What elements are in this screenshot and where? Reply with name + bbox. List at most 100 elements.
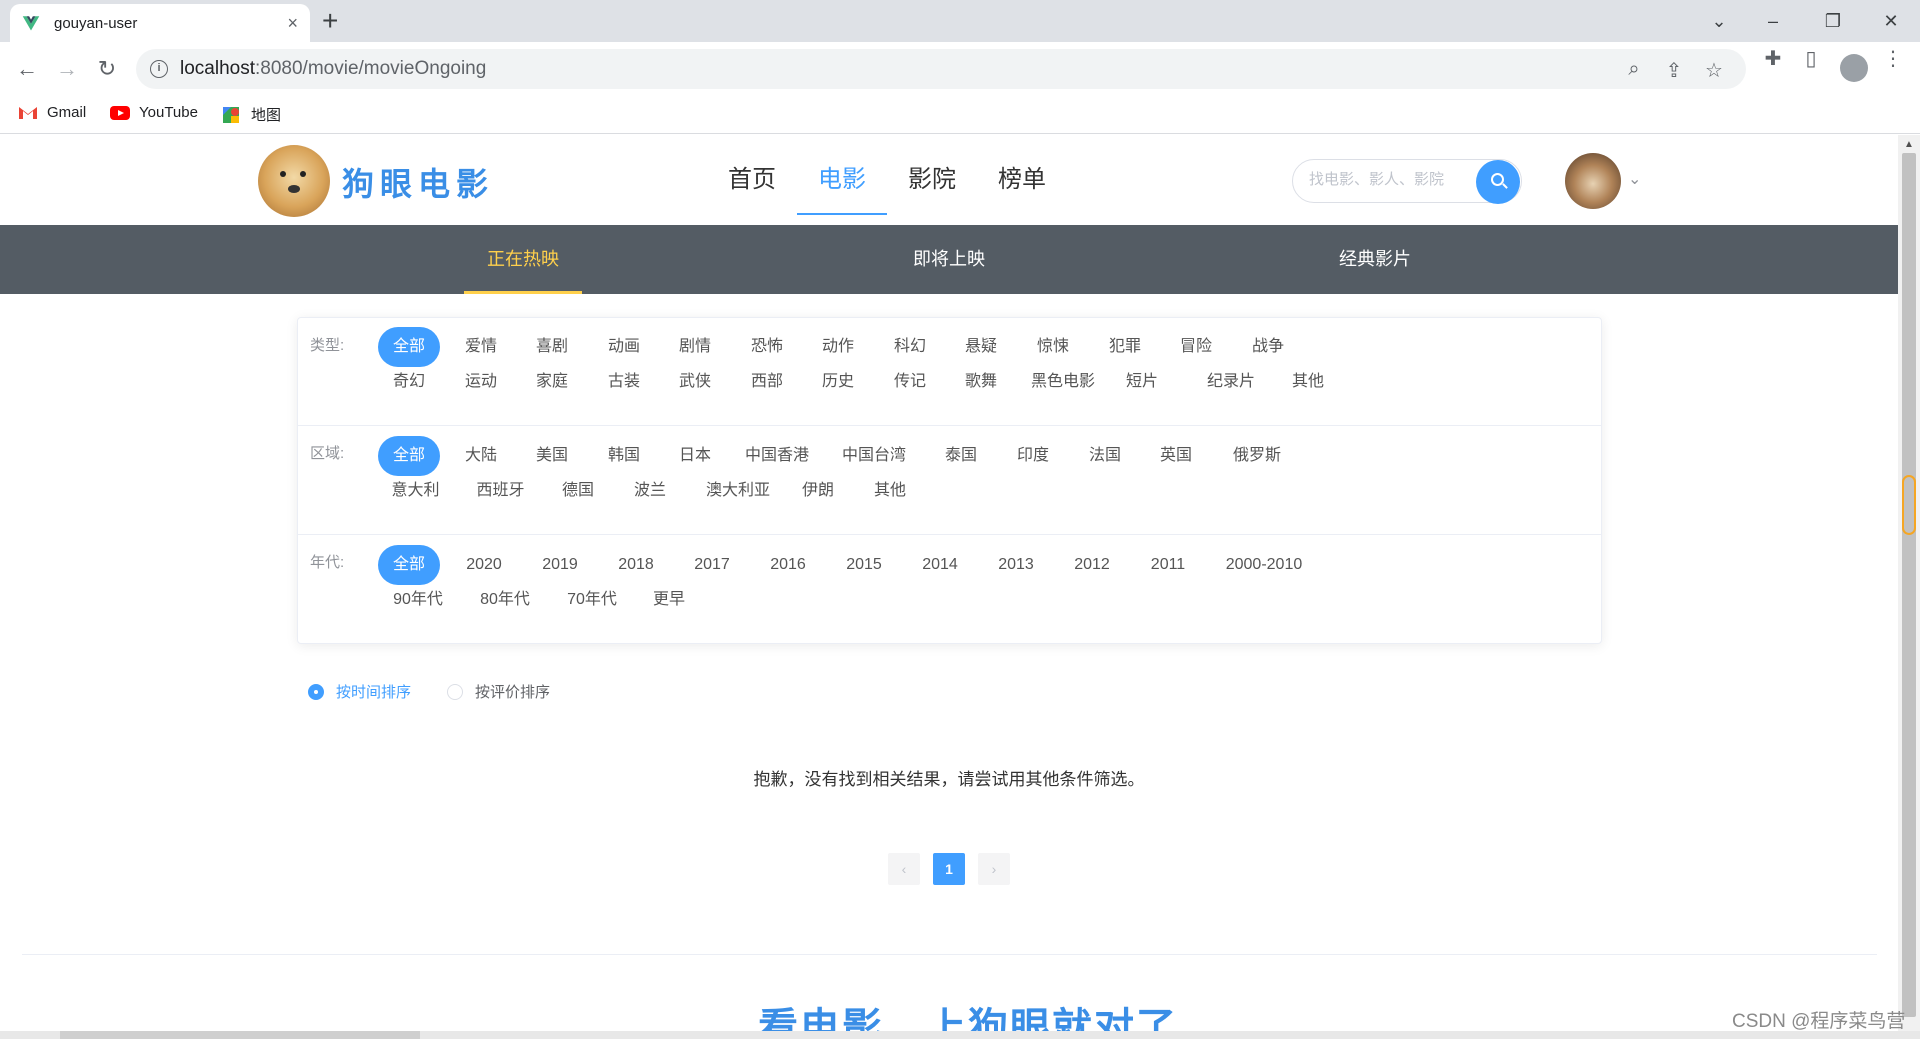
- filter-chip-type[interactable]: 武侠: [665, 362, 725, 402]
- horizontal-scrollbar[interactable]: [0, 1031, 1920, 1039]
- filter-chip-type[interactable]: 犯罪: [1095, 327, 1155, 367]
- reload-icon[interactable]: ↻: [92, 54, 122, 84]
- new-tab-icon[interactable]: +: [322, 6, 338, 36]
- filter-chip-region[interactable]: 伊朗: [788, 471, 848, 511]
- user-avatar[interactable]: [1565, 153, 1621, 209]
- filter-chip-region[interactable]: 印度: [1003, 436, 1063, 476]
- minimize-icon[interactable]: –: [1758, 6, 1788, 36]
- bookmark-maps[interactable]: 地图: [222, 104, 281, 125]
- filter-chip-year[interactable]: 2020: [454, 545, 514, 585]
- scrollbar-thumb[interactable]: [1902, 153, 1916, 1017]
- filter-chip-type[interactable]: 科幻: [880, 327, 940, 367]
- filter-chip-year[interactable]: 2014: [910, 545, 970, 585]
- filter-chip-year[interactable]: 2013: [986, 545, 1046, 585]
- filter-chip-type[interactable]: 历史: [808, 362, 868, 402]
- filter-chip-region[interactable]: 其他: [860, 471, 920, 511]
- restore-icon[interactable]: ❐: [1818, 6, 1848, 36]
- site-info-icon[interactable]: i: [150, 60, 168, 78]
- filter-chip-year[interactable]: 2000-2010: [1214, 545, 1314, 585]
- profile-avatar-icon[interactable]: [1840, 54, 1868, 82]
- hscroll-thumb[interactable]: [60, 1031, 420, 1039]
- filter-chip-type[interactable]: 运动: [451, 362, 511, 402]
- tab-search-chevron-icon[interactable]: ⌄: [1704, 6, 1734, 36]
- filter-chip-region[interactable]: 韩国: [594, 436, 654, 476]
- filter-chip-region[interactable]: 全部: [378, 436, 440, 476]
- url-text[interactable]: localhost:8080/movie/movieOngoing: [180, 58, 486, 80]
- site-logo-text[interactable]: 狗眼电影: [342, 159, 494, 205]
- prev-page-button[interactable]: ‹: [888, 853, 920, 885]
- filter-chip-year[interactable]: 80年代: [465, 580, 545, 620]
- tab-classic[interactable]: 经典影片: [1316, 225, 1434, 294]
- filter-chip-type[interactable]: 剧情: [665, 327, 725, 367]
- filter-chip-year[interactable]: 全部: [378, 545, 440, 585]
- nav-cinema[interactable]: 影院: [887, 135, 977, 225]
- filter-chip-type[interactable]: 歌舞: [951, 362, 1011, 402]
- zoom-icon[interactable]: ⌕: [1622, 58, 1646, 81]
- side-panel-icon[interactable]: ▯: [1798, 46, 1824, 71]
- filter-chip-type[interactable]: 惊悚: [1023, 327, 1083, 367]
- bookmark-gmail[interactable]: Gmail: [18, 104, 86, 121]
- filter-chip-year[interactable]: 2017: [682, 545, 742, 585]
- filter-chip-type[interactable]: 动作: [808, 327, 868, 367]
- filter-chip-year[interactable]: 2019: [530, 545, 590, 585]
- filter-chip-type[interactable]: 家庭: [522, 362, 582, 402]
- filter-chip-type[interactable]: 黑色电影: [1023, 362, 1103, 402]
- chevron-down-icon[interactable]: ⌄: [1628, 169, 1641, 189]
- browser-tab[interactable]: gouyan-user ×: [10, 4, 310, 42]
- tab-coming-soon[interactable]: 即将上映: [890, 225, 1008, 294]
- nav-home[interactable]: 首页: [707, 135, 797, 225]
- address-bar[interactable]: i localhost:8080/movie/movieOngoing ⌕ ⇪ …: [136, 49, 1746, 89]
- sort-by-rating[interactable]: 按评价排序: [447, 681, 550, 702]
- filter-chip-type[interactable]: 奇幻: [378, 362, 440, 402]
- next-page-button[interactable]: ›: [978, 853, 1010, 885]
- filter-chip-type[interactable]: 传记: [880, 362, 940, 402]
- filter-chip-year[interactable]: 2012: [1062, 545, 1122, 585]
- filter-chip-region[interactable]: 俄罗斯: [1217, 436, 1297, 476]
- filter-chip-region[interactable]: 美国: [522, 436, 582, 476]
- filter-chip-region[interactable]: 波兰: [620, 471, 680, 511]
- back-icon[interactable]: ←: [12, 54, 42, 84]
- filter-chip-type[interactable]: 战争: [1238, 327, 1298, 367]
- forward-icon[interactable]: →: [52, 54, 82, 84]
- filter-chip-region[interactable]: 中国香港: [737, 436, 817, 476]
- filter-chip-type[interactable]: 恐怖: [737, 327, 797, 367]
- close-tab-icon[interactable]: ×: [287, 13, 298, 34]
- extensions-icon[interactable]: ✚: [1760, 46, 1786, 71]
- scroll-up-icon[interactable]: ▲: [1904, 139, 1914, 150]
- filter-chip-type[interactable]: 短片: [1112, 362, 1172, 402]
- filter-chip-type[interactable]: 古装: [594, 362, 654, 402]
- tab-now-showing[interactable]: 正在热映: [464, 225, 582, 294]
- filter-chip-type[interactable]: 西部: [737, 362, 797, 402]
- filter-chip-type[interactable]: 喜剧: [522, 327, 582, 367]
- filter-chip-region[interactable]: 意大利: [378, 471, 453, 511]
- filter-chip-region[interactable]: 法国: [1075, 436, 1135, 476]
- filter-chip-year[interactable]: 2016: [758, 545, 818, 585]
- filter-chip-region[interactable]: 日本: [665, 436, 725, 476]
- filter-chip-year[interactable]: 90年代: [378, 580, 458, 620]
- filter-chip-type[interactable]: 动画: [594, 327, 654, 367]
- filter-chip-region[interactable]: 中国台湾: [834, 436, 914, 476]
- filter-chip-region[interactable]: 英国: [1146, 436, 1206, 476]
- filter-chip-region[interactable]: 德国: [548, 471, 608, 511]
- filter-chip-type[interactable]: 冒险: [1166, 327, 1226, 367]
- filter-chip-year[interactable]: 2011: [1138, 545, 1198, 585]
- nav-ranking[interactable]: 榜单: [977, 135, 1067, 225]
- filter-chip-type[interactable]: 纪录片: [1191, 362, 1271, 402]
- filter-chip-type[interactable]: 爱情: [451, 327, 511, 367]
- filter-chip-year[interactable]: 70年代: [552, 580, 632, 620]
- sort-by-time[interactable]: 按时间排序: [308, 681, 411, 702]
- share-icon[interactable]: ⇪: [1662, 58, 1686, 83]
- search-input[interactable]: [1309, 171, 1459, 188]
- search-button[interactable]: [1476, 160, 1520, 204]
- close-window-icon[interactable]: ✕: [1876, 6, 1906, 36]
- filter-chip-region[interactable]: 澳大利亚: [688, 471, 788, 511]
- nav-movie[interactable]: 电影: [797, 135, 887, 225]
- filter-chip-year[interactable]: 2018: [606, 545, 666, 585]
- filter-chip-year[interactable]: 2015: [834, 545, 894, 585]
- filter-chip-type[interactable]: 全部: [378, 327, 440, 367]
- vertical-scrollbar[interactable]: ▲: [1898, 135, 1920, 1031]
- filter-chip-region[interactable]: 大陆: [451, 436, 511, 476]
- bookmark-youtube[interactable]: YouTube: [110, 104, 198, 121]
- filter-chip-type[interactable]: 其他: [1278, 362, 1338, 402]
- page-number[interactable]: 1: [933, 853, 965, 885]
